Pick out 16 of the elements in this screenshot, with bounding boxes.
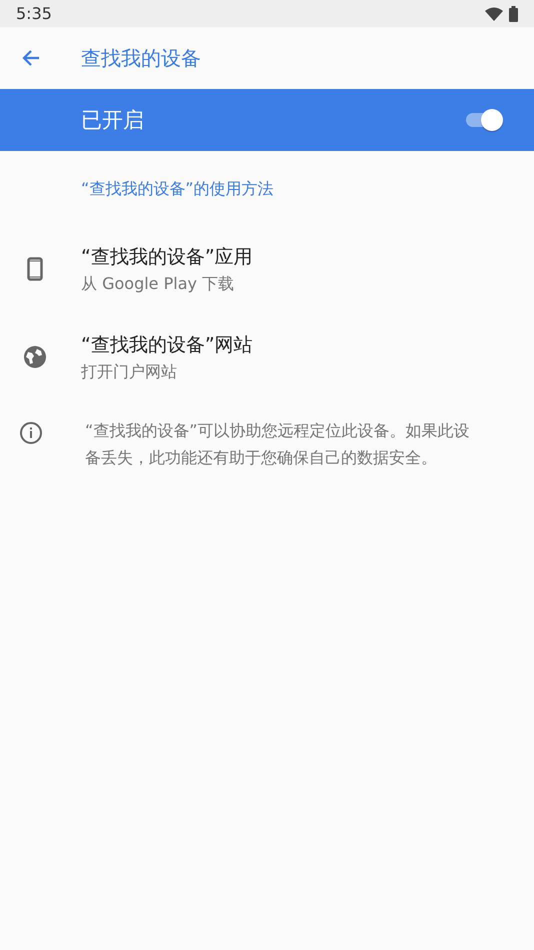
wifi-icon [485, 6, 503, 20]
item-title[interactable]: “查找我的设备”应用 [81, 244, 253, 270]
section-header: “查找我的设备”的使用方法 [81, 179, 274, 198]
item-title[interactable]: “查找我的设备”网站 [81, 332, 253, 358]
phone-icon [27, 257, 43, 281]
battery-icon [509, 6, 518, 22]
info-text: “查找我的设备”可以协助您远程定位此设备。如果此设备丢失，此功能还有助于您确保自己的数据安全。 [85, 420, 471, 469]
toggle-switch[interactable] [464, 108, 504, 132]
switch-label: 已开启 [81, 107, 144, 134]
back-arrow-icon [22, 49, 40, 67]
status-time: 5:35 [16, 4, 52, 23]
globe-icon [23, 345, 47, 369]
item-subtitle: 从 Google Play 下载 [81, 274, 236, 294]
item-subtitle: 打开门户网站 [81, 362, 178, 382]
info-icon [19, 421, 43, 445]
toolbar-title: 查找我的设备 [81, 44, 201, 72]
